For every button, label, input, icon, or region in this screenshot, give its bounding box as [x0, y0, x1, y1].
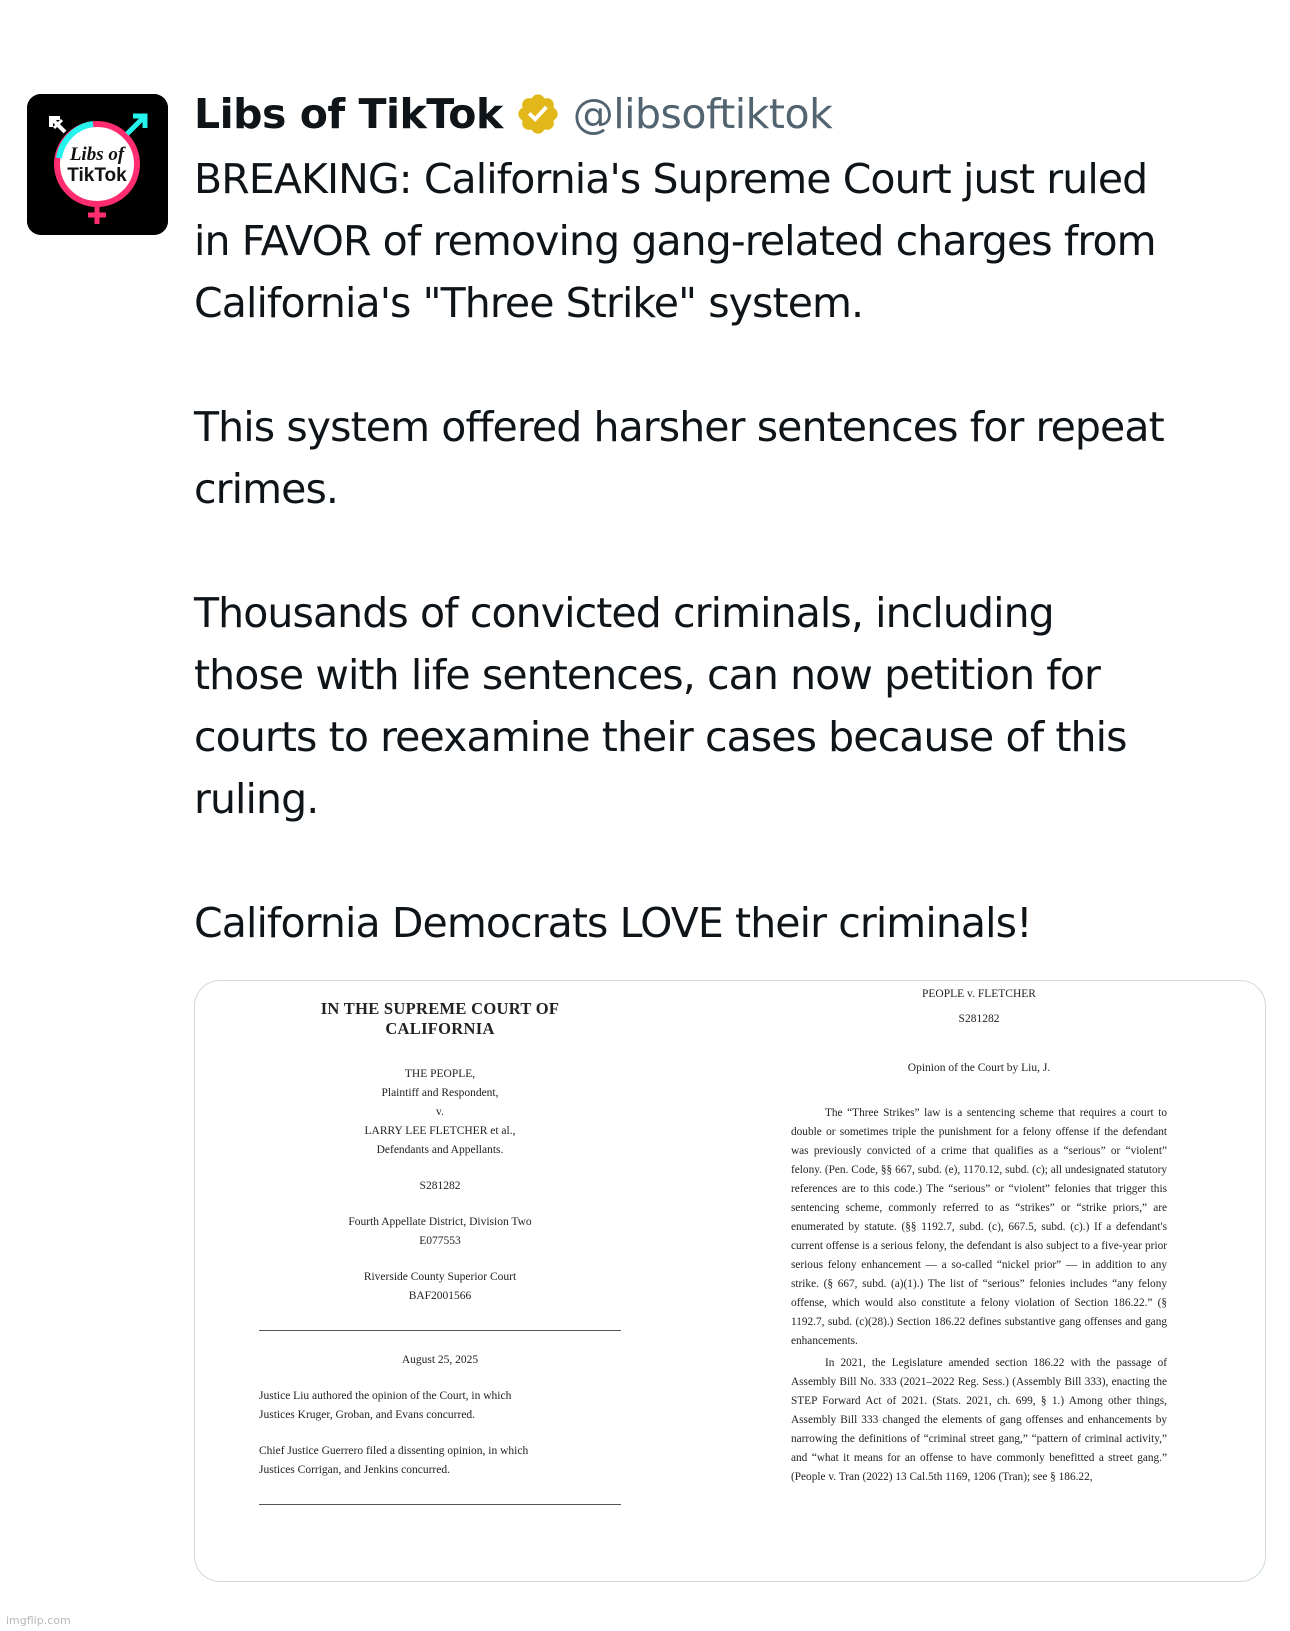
tweet-media-image[interactable]: IN THE SUPREME COURT OF CALIFORNIA THE P… — [194, 980, 1266, 1582]
tweet-line: in FAVOR of removing gang-related charge… — [194, 217, 1157, 265]
superior-court: Riverside County Superior Court — [363, 1271, 517, 1283]
party-line: v. — [436, 1106, 444, 1118]
opinion-paragraph: The “Three Strikes” law is a sentencing … — [791, 1107, 1167, 1347]
tweet-line: California's "Three Strike" system. — [194, 279, 864, 327]
document-opinion-page: PEOPLE v. FLETCHER S281282 Opinion of th… — [791, 981, 1167, 1487]
opinion-paragraph: In 2021, the Legislature amended section… — [791, 1357, 1167, 1483]
tweet-line: Thousands of convicted criminals, includ… — [194, 589, 1055, 637]
tweet-line: ruling. — [194, 775, 319, 823]
user-handle[interactable]: @libsoftiktok — [573, 90, 833, 138]
display-name[interactable]: Libs of TikTok — [194, 90, 503, 138]
verified-badge-icon — [518, 94, 558, 134]
case-number: S281282 — [419, 1180, 461, 1192]
divider — [259, 1504, 621, 1505]
party-line: Plaintiff and Respondent, — [381, 1087, 499, 1099]
opinion-byline: Opinion of the Court by Liu, J. — [907, 1062, 1051, 1074]
tweet-line: BREAKING: California's Supreme Court jus… — [194, 155, 1148, 203]
svg-text:Libs of: Libs of — [69, 144, 126, 165]
opinion-case-number: S281282 — [958, 1013, 1000, 1025]
authorship-line: Justice Liu authored the opinion of the … — [259, 1390, 512, 1402]
dissent-line: Chief Justice Guerrero filed a dissentin… — [259, 1445, 529, 1457]
superior-number: BAF2001566 — [408, 1290, 472, 1302]
profile-avatar[interactable]: Libs of TikTok — [27, 94, 168, 235]
party-line: THE PEOPLE, — [404, 1068, 476, 1080]
decision-date: August 25, 2025 — [401, 1354, 479, 1366]
authorship-line: Justices Kruger, Groban, and Evans concu… — [259, 1409, 476, 1421]
party-line: LARRY LEE FLETCHER et al., — [364, 1125, 516, 1137]
opinion-caption: PEOPLE v. FLETCHER — [922, 988, 1036, 1000]
libs-of-tiktok-logo-icon: Libs of TikTok — [27, 94, 168, 235]
party-line: Defendants and Appellants. — [376, 1144, 504, 1156]
tweet-line: those with life sentences, can now petit… — [194, 651, 1101, 699]
dissent-line: Justices Corrigan, and Jenkins concurred… — [259, 1464, 450, 1476]
document-cover-page: IN THE SUPREME COURT OF CALIFORNIA THE P… — [235, 999, 645, 1525]
appellate-district: Fourth Appellate District, Division Two — [348, 1216, 532, 1228]
appellate-number: E077553 — [419, 1235, 461, 1247]
divider — [259, 1330, 621, 1331]
imgflip-watermark: imgflip.com — [6, 1614, 71, 1627]
court-title: IN THE SUPREME COURT OF CALIFORNIA — [320, 999, 560, 1038]
tweet-line: This system offered harsher sentences fo… — [194, 403, 1165, 451]
tweet-line: courts to reexamine their cases because … — [194, 713, 1127, 761]
tweet-line: crimes. — [194, 465, 339, 513]
svg-text:TikTok: TikTok — [67, 165, 127, 186]
tweet-header: Libs of TikTok @libsoftiktok — [194, 82, 833, 146]
tweet-text: BREAKING: California's Supreme Court jus… — [194, 148, 1264, 954]
tweet-line: California Democrats LOVE their criminal… — [194, 899, 1033, 947]
